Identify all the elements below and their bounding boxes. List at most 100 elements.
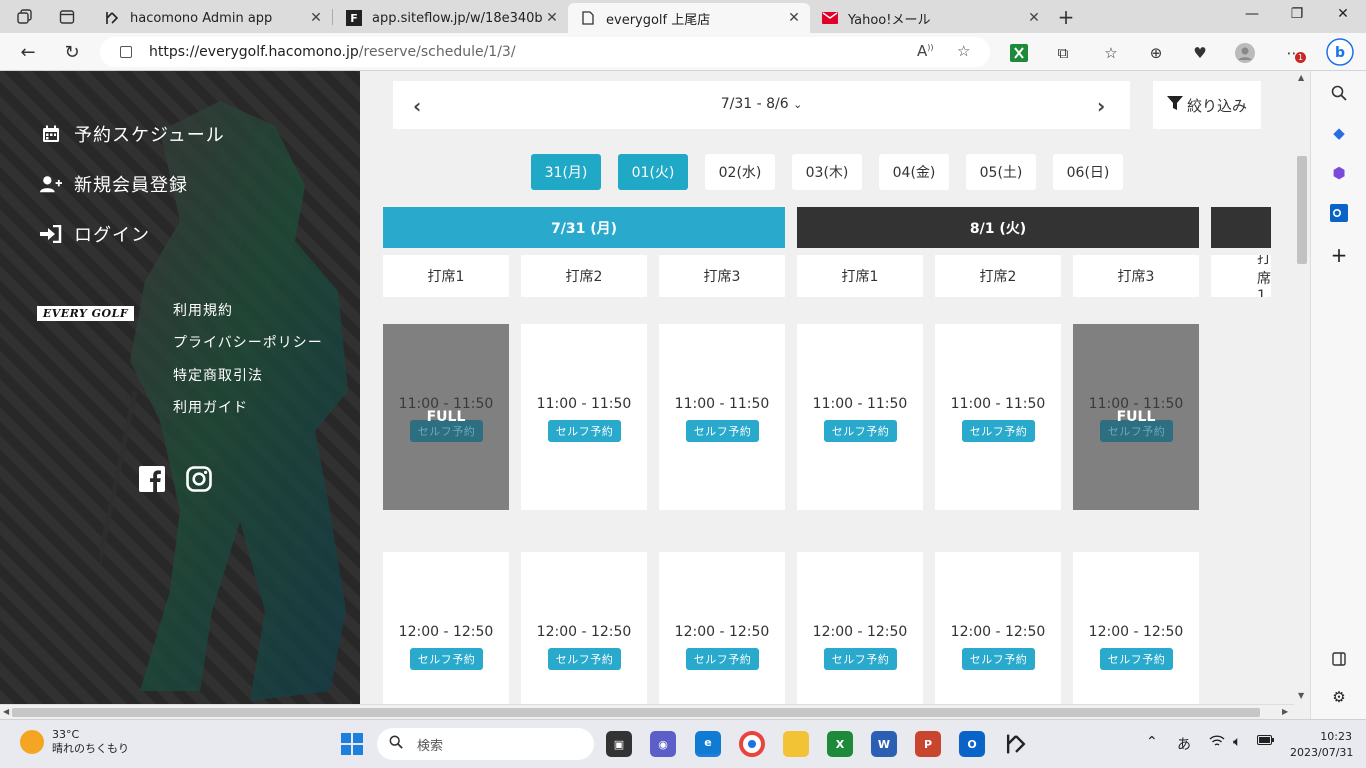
day-button[interactable]: 06(日) (1053, 154, 1123, 190)
scroll-right-icon[interactable]: ▶ (1282, 707, 1288, 716)
time-slot[interactable]: 11:00 - 11:50 セルフ予約 (797, 324, 923, 510)
close-tab-icon[interactable]: ✕ (1024, 10, 1044, 26)
scroll-up-icon[interactable]: ▲ (1298, 73, 1304, 82)
chevron-up-icon[interactable]: ⌃ (1146, 734, 1158, 750)
search-icon[interactable] (1329, 83, 1349, 103)
time-slot[interactable]: 12:00 - 12:50 セルフ予約 (383, 552, 509, 704)
start-windows-icon[interactable] (339, 731, 365, 757)
self-reserve-button[interactable]: セルフ予約 (410, 648, 483, 670)
horizontal-scrollbar[interactable]: ◀ ▶ (0, 704, 1294, 719)
read-aloud-icon[interactable]: A)) (917, 42, 934, 60)
task-view-icon[interactable]: ▣ (606, 731, 632, 757)
self-reserve-button[interactable]: セルフ予約 (1100, 648, 1173, 670)
nav-new-member-registration[interactable]: 新規会員登録 (40, 171, 188, 197)
time-slot[interactable]: 12:00 - 12:50 セルフ予約 (797, 552, 923, 704)
day-button[interactable]: 01(火) (618, 154, 688, 190)
profile-avatar[interactable] (1234, 42, 1256, 64)
word-icon[interactable]: W (871, 731, 897, 757)
self-reserve-button[interactable]: セルフ予約 (686, 648, 759, 670)
time-slot[interactable]: 12:00 - 12:50 セルフ予約 (1073, 552, 1199, 704)
speaker-muted-icon[interactable]: 🔈︎ (1233, 734, 1241, 750)
refresh-icon[interactable]: ↻ (60, 40, 84, 64)
tab-actions-icon[interactable] (56, 6, 78, 28)
tab-hacomono-admin[interactable]: hacomono Admin app ✕ (92, 3, 332, 33)
time-slot[interactable]: 12:00 - 12:50 セルフ予約 (521, 552, 647, 704)
settings-menu-icon[interactable]: ⋯ 1 (1283, 42, 1306, 64)
shopping-tag-icon[interactable]: ◆ (1329, 123, 1349, 143)
file-explorer-icon[interactable] (783, 731, 809, 757)
day-button[interactable]: 03(木) (792, 154, 862, 190)
back-icon[interactable]: ← (16, 40, 40, 64)
minimize-icon[interactable]: — (1237, 6, 1267, 22)
time-slot[interactable]: 12:00 - 12:50 セルフ予約 (659, 552, 785, 704)
time-slot[interactable]: 11:00 - 11:50 セルフ予約 (659, 324, 785, 510)
close-window-icon[interactable]: ✕ (1328, 6, 1358, 22)
system-clock[interactable]: 10:23 2023/07/31 (1290, 729, 1353, 761)
time-slot[interactable]: 11:00 - 11:50 セルフ予約 (935, 324, 1061, 510)
tab-yahoo-mail[interactable]: Yahoo!メール ✕ (810, 3, 1050, 33)
hacomono-app-icon[interactable] (1003, 731, 1029, 757)
tab-everygolf[interactable]: everygolf 上尾店 ✕ (568, 3, 810, 33)
nav-reservation-schedule[interactable]: 予約スケジュール (40, 121, 225, 147)
favorite-star-icon[interactable]: ☆ (957, 42, 970, 60)
scroll-thumb[interactable] (12, 708, 1260, 717)
facebook-icon[interactable] (139, 466, 165, 492)
day-button[interactable]: 02(水) (705, 154, 775, 190)
sidebar-toggle-icon[interactable] (1329, 649, 1349, 669)
restore-icon[interactable]: ❐ (1282, 6, 1312, 22)
m365-icon[interactable]: ⬢ (1329, 163, 1349, 183)
chrome-icon[interactable] (739, 731, 765, 757)
close-tab-icon[interactable]: ✕ (542, 10, 562, 26)
scroll-thumb[interactable] (1297, 156, 1307, 264)
weather-widget[interactable]: 33°C 晴れのちくもり (20, 728, 129, 756)
filter-button[interactable]: 絞り込み (1153, 81, 1261, 129)
self-reserve-button[interactable]: セルフ予約 (548, 420, 621, 442)
collections-icon[interactable]: ⊕ (1145, 42, 1167, 64)
tab-siteflow[interactable]: F app.siteflow.jp/w/18e340bc31bc ✕ (334, 3, 568, 33)
gear-icon[interactable]: ⚙ (1329, 687, 1349, 707)
battery-icon[interactable] (1257, 734, 1275, 750)
vertical-scrollbar[interactable]: ▲ ▼ (1294, 71, 1310, 704)
powerpoint-icon[interactable]: P (915, 731, 941, 757)
scroll-down-icon[interactable]: ▼ (1298, 691, 1304, 700)
taskbar-search[interactable]: 検索 (377, 728, 594, 760)
footer-link-terms[interactable]: 利用規約 (173, 300, 233, 320)
footer-link-privacy[interactable]: プライバシーポリシー (173, 332, 323, 352)
excel-extension-icon[interactable] (1008, 42, 1030, 64)
extensions-icon[interactable]: ⧉ (1052, 42, 1074, 64)
day-button[interactable]: 05(土) (966, 154, 1036, 190)
add-sidebar-app-icon[interactable]: + (1329, 243, 1349, 267)
edge-browser-icon[interactable]: e (695, 731, 721, 757)
everygolf-logo[interactable]: EVERY GOLF (37, 306, 134, 321)
instagram-icon[interactable] (186, 466, 212, 492)
outlook-icon[interactable]: O (959, 731, 985, 757)
week-range[interactable]: 7/31 - 8/6 ⌄ (393, 96, 1130, 112)
favorites-icon[interactable]: ☆ (1100, 42, 1122, 64)
self-reserve-button[interactable]: セルフ予約 (824, 648, 897, 670)
teams-chat-icon[interactable]: ◉ (650, 731, 676, 757)
address-bar[interactable]: https://everygolf.hacomono.jp/reserve/sc… (100, 37, 990, 67)
close-tab-icon[interactable]: ✕ (306, 10, 326, 26)
workspaces-icon[interactable] (14, 6, 36, 28)
self-reserve-button[interactable]: セルフ予約 (548, 648, 621, 670)
time-slot[interactable]: 11:00 - 11:50 セルフ予約 (521, 324, 647, 510)
day-button[interactable]: 04(金) (879, 154, 949, 190)
day-button[interactable]: 31(月) (531, 154, 601, 190)
close-tab-icon[interactable]: ✕ (784, 10, 804, 26)
wifi-icon[interactable] (1209, 734, 1225, 752)
footer-link-tokushoho[interactable]: 特定商取引法 (173, 365, 263, 385)
next-week-icon[interactable]: › (1097, 94, 1105, 118)
self-reserve-button[interactable]: セルフ予約 (962, 420, 1035, 442)
scroll-left-icon[interactable]: ◀ (3, 707, 9, 716)
nav-login[interactable]: ログイン (40, 221, 150, 247)
time-slot[interactable]: 12:00 - 12:50 セルフ予約 (935, 552, 1061, 704)
self-reserve-button[interactable]: セルフ予約 (962, 648, 1035, 670)
footer-link-guide[interactable]: 利用ガイド (173, 397, 248, 417)
outlook-icon[interactable] (1329, 203, 1349, 223)
self-reserve-button[interactable]: セルフ予約 (824, 420, 897, 442)
excel-icon[interactable]: X (827, 731, 853, 757)
performance-icon[interactable]: ♥ (1189, 42, 1211, 64)
bing-copilot-icon[interactable]: b (1326, 38, 1354, 66)
self-reserve-button[interactable]: セルフ予約 (686, 420, 759, 442)
new-tab-icon[interactable]: + (1055, 5, 1077, 29)
